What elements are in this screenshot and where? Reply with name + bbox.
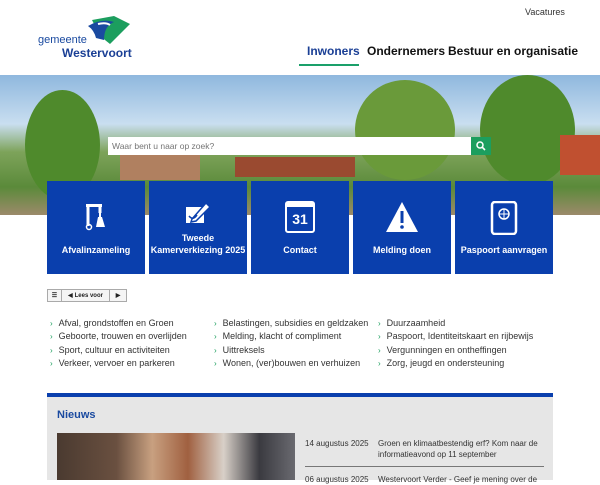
link-item[interactable]: › Wonen, (ver)bouwen en verhuizen [214, 358, 360, 368]
passport-icon [490, 201, 518, 235]
lees-voor-button[interactable]: ◀ Lees voor [62, 290, 110, 301]
search-icon [476, 141, 486, 151]
news-separator [305, 466, 544, 467]
waste-bin-icon [85, 204, 105, 231]
news-image[interactable] [57, 433, 295, 480]
tile-melding-doen[interactable]: Melding doen [353, 181, 451, 274]
tile-afvalinzameling[interactable]: Afvalinzameling [47, 181, 145, 274]
news-item-link[interactable]: Groen en klimaatbestendig erf? Kom naar … [378, 438, 548, 460]
tile-kamerverkiezing[interactable]: Tweede Kamerverkiezing 2025 [149, 181, 247, 274]
search-button[interactable] [471, 137, 491, 155]
play-icon[interactable]: ▶ [110, 290, 126, 301]
link-item[interactable]: › Zorg, jeugd en ondersteuning [378, 358, 504, 368]
nav-active-indicator [299, 64, 359, 66]
link-item[interactable]: › Belastingen, subsidies en geldzaken [214, 318, 368, 328]
nav-ondernemers[interactable]: Ondernemers [367, 44, 445, 58]
link-item[interactable]: › Duurzaamheid [378, 318, 445, 328]
logo-mark-icon [88, 16, 130, 44]
logo-text-gemeente: gemeente [38, 34, 87, 46]
tile-label: Melding doen [373, 245, 431, 255]
tile-label: Tweede Kamerverkiezing 2025 [150, 233, 246, 255]
logo-text-westervoort: Westervoort [62, 46, 132, 60]
readspeaker-bar: ☰ ◀ Lees voor ▶ [47, 289, 127, 302]
tile-label: Afvalinzameling [61, 245, 131, 255]
link-item[interactable]: › Vergunningen en ontheffingen [378, 345, 507, 355]
link-item[interactable]: › Verkeer, vervoer en parkeren [50, 358, 175, 368]
tile-paspoort[interactable]: Paspoort aanvragen [455, 181, 553, 274]
link-item[interactable]: › Sport, cultuur en activiteiten [50, 345, 170, 355]
speaker-icon: ◀ [68, 293, 73, 299]
calendar-icon: 31 [285, 201, 315, 233]
search-input[interactable] [108, 137, 471, 155]
warning-icon [386, 202, 418, 232]
tile-label: Contact [283, 245, 317, 255]
link-item[interactable]: › Uittreksels [214, 345, 265, 355]
vacatures-link[interactable]: Vacatures [525, 7, 565, 17]
news-title: Nieuws [57, 409, 96, 421]
link-item[interactable]: › Geboorte, trouwen en overlijden [50, 331, 187, 341]
menu-icon[interactable]: ☰ [48, 290, 62, 301]
link-item[interactable]: › Afval, grondstoffen en Groen [50, 318, 174, 328]
news-date: 14 augustus 2025 [305, 439, 369, 448]
tile-label: Paspoort aanvragen [460, 245, 548, 255]
link-item[interactable]: › Melding, klacht of compliment [214, 331, 341, 341]
tile-contact[interactable]: 31 Contact [251, 181, 349, 274]
ballot-pencil-icon [186, 201, 212, 223]
nav-inwoners[interactable]: Inwoners [307, 44, 360, 58]
link-item[interactable]: › Paspoort, Identiteitskaart en rijbewijs [378, 331, 533, 341]
nav-bestuur[interactable]: Bestuur en organisatie [448, 44, 578, 58]
logo[interactable]: gemeente Westervoort [38, 16, 138, 61]
